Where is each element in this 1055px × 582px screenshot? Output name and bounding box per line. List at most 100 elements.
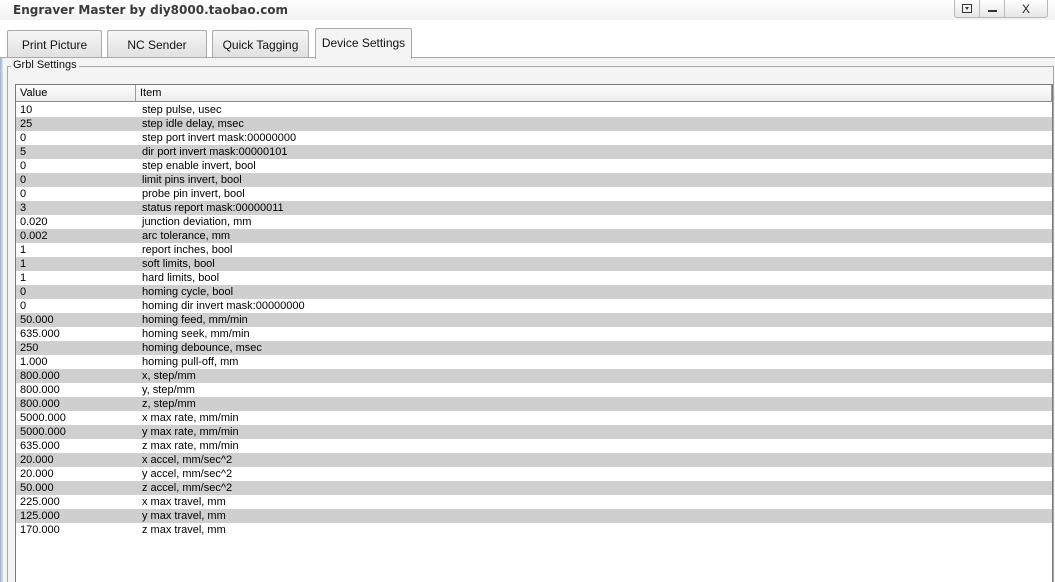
setting-item: step port invert mask:00000000 [142, 132, 297, 144]
setting-value[interactable]: 0 [16, 187, 136, 201]
setting-value[interactable]: 800.000 [16, 383, 136, 397]
table-row[interactable]: 635.000 z max rate, mm/min [16, 439, 1052, 453]
setting-value[interactable]: 170.000 [16, 523, 136, 537]
table-row[interactable]: 5000.000 y max rate, mm/min [16, 425, 1052, 439]
setting-value[interactable]: 0 [16, 159, 136, 173]
setting-value[interactable]: 0 [16, 299, 136, 313]
setting-item: homing pull-off, mm [142, 356, 239, 368]
setting-item: x max travel, mm [142, 496, 226, 508]
tab-nc-sender[interactable]: NC Sender [107, 30, 207, 58]
table-row[interactable]: 225.000 x max travel, mm [16, 495, 1052, 509]
setting-value[interactable]: 10 [16, 103, 136, 117]
table-row[interactable]: 0 step enable invert, bool [16, 159, 1052, 173]
setting-item: y max travel, mm [142, 510, 226, 522]
minimize-button[interactable] [979, 0, 1005, 18]
table-row[interactable]: 1 hard limits, bool [16, 271, 1052, 285]
table-row[interactable]: 20.000 y accel, mm/sec^2 [16, 467, 1052, 481]
setting-item: homing debounce, msec [142, 342, 262, 354]
table-row[interactable]: 250 homing debounce, msec [16, 341, 1052, 355]
window-controls: X [954, 0, 1048, 18]
table-row[interactable]: 20.000 x accel, mm/sec^2 [16, 453, 1052, 467]
setting-value[interactable]: 0.002 [16, 229, 136, 243]
setting-value[interactable]: 1 [16, 243, 136, 257]
table-row[interactable]: 3 status report mask:00000011 [16, 201, 1052, 215]
table-row[interactable]: 0 step port invert mask:00000000 [16, 131, 1052, 145]
setting-value[interactable]: 5000.000 [16, 425, 136, 439]
window-left-border [0, 58, 3, 582]
setting-item: x accel, mm/sec^2 [142, 454, 233, 466]
setting-item: junction deviation, mm [142, 216, 252, 228]
table-row[interactable]: 50.000 homing feed, mm/min [16, 313, 1052, 327]
window-title: Engraver Master by diy8000.taobao.com [13, 3, 289, 17]
table-row[interactable]: 0.002 arc tolerance, mm [16, 229, 1052, 243]
close-button[interactable]: X [1004, 0, 1048, 18]
setting-value[interactable]: 125.000 [16, 509, 136, 523]
table-row[interactable]: 125.000 y max travel, mm [16, 509, 1052, 523]
table-row[interactable]: 0.020 junction deviation, mm [16, 215, 1052, 229]
table-row[interactable]: 635.000 homing seek, mm/min [16, 327, 1052, 341]
setting-value[interactable]: 0.020 [16, 215, 136, 229]
table-row[interactable]: 0 homing cycle, bool [16, 285, 1052, 299]
table-row[interactable]: 5000.000 x max rate, mm/min [16, 411, 1052, 425]
setting-item: limit pins invert, bool [142, 174, 242, 186]
tab-print-picture[interactable]: Print Picture [7, 30, 102, 58]
setting-item: homing dir invert mask:00000000 [142, 300, 305, 312]
table-row[interactable]: 1 report inches, bool [16, 243, 1052, 257]
settings-table[interactable]: Value Item 10 step pulse, usec 25 step idle… [15, 84, 1053, 582]
setting-value[interactable]: 635.000 [16, 439, 136, 453]
setting-value[interactable]: 225.000 [16, 495, 136, 509]
setting-value[interactable]: 0 [16, 173, 136, 187]
setting-value[interactable]: 20.000 [16, 467, 136, 481]
setting-item: y max rate, mm/min [142, 426, 239, 438]
tab-quick-tagging[interactable]: Quick Tagging [212, 30, 309, 58]
table-row[interactable]: 800.000 y, step/mm [16, 383, 1052, 397]
setting-item: step pulse, usec [142, 104, 222, 116]
setting-value[interactable]: 250 [16, 341, 136, 355]
setting-item: step idle delay, msec [142, 118, 244, 130]
setting-item: hard limits, bool [142, 272, 220, 284]
setting-value[interactable]: 1 [16, 271, 136, 285]
setting-value[interactable]: 635.000 [16, 327, 136, 341]
setting-item: x, step/mm [142, 370, 196, 382]
table-row[interactable]: 0 homing dir invert mask:00000000 [16, 299, 1052, 313]
setting-item: z max travel, mm [142, 524, 226, 536]
setting-item: y accel, mm/sec^2 [142, 468, 233, 480]
column-header-item[interactable]: Item [136, 85, 1052, 101]
setting-value[interactable]: 1.000 [16, 355, 136, 369]
setting-value[interactable]: 3 [16, 201, 136, 215]
table-row[interactable]: 1.000 homing pull-off, mm [16, 355, 1052, 369]
title-bar: Engraver Master by diy8000.taobao.com X [0, 0, 1055, 20]
table-row[interactable]: 10 step pulse, usec [16, 103, 1052, 117]
table-row[interactable]: 25 step idle delay, msec [16, 117, 1052, 131]
setting-item: step enable invert, bool [142, 160, 256, 172]
table-row[interactable]: 0 limit pins invert, bool [16, 173, 1052, 187]
table-row[interactable]: 170.000 z max travel, mm [16, 523, 1052, 537]
table-row[interactable]: 0 probe pin invert, bool [16, 187, 1052, 201]
table-row[interactable]: 1 soft limits, bool [16, 257, 1052, 271]
setting-value[interactable]: 800.000 [16, 397, 136, 411]
column-header-value[interactable]: Value [16, 85, 136, 101]
setting-item: soft limits, bool [142, 258, 215, 270]
setting-value[interactable]: 20.000 [16, 453, 136, 467]
table-row[interactable]: 50.000 z accel, mm/sec^2 [16, 481, 1052, 495]
setting-value[interactable]: 1 [16, 257, 136, 271]
close-icon: X [1021, 1, 1030, 16]
setting-value[interactable]: 50.000 [16, 481, 136, 495]
tab-device-settings[interactable]: Device Settings [315, 28, 412, 59]
setting-value[interactable]: 800.000 [16, 369, 136, 383]
setting-value[interactable]: 0 [16, 285, 136, 299]
table-row[interactable]: 5 dir port invert mask:00000101 [16, 145, 1052, 159]
table-row[interactable]: 800.000 x, step/mm [16, 369, 1052, 383]
setting-item: homing feed, mm/min [142, 314, 248, 326]
grbl-settings-label: Grbl Settings [11, 59, 79, 71]
setting-value[interactable]: 0 [16, 131, 136, 145]
table-row[interactable]: 800.000 z, step/mm [16, 397, 1052, 411]
setting-value[interactable]: 50.000 [16, 313, 136, 327]
setting-value[interactable]: 25 [16, 117, 136, 131]
tab-divider [0, 57, 1055, 58]
setting-item: homing cycle, bool [142, 286, 234, 298]
dropdown-menu-icon [962, 4, 972, 13]
setting-value[interactable]: 5 [16, 145, 136, 159]
dropdown-menu-button[interactable] [954, 0, 980, 18]
setting-value[interactable]: 5000.000 [16, 411, 136, 425]
